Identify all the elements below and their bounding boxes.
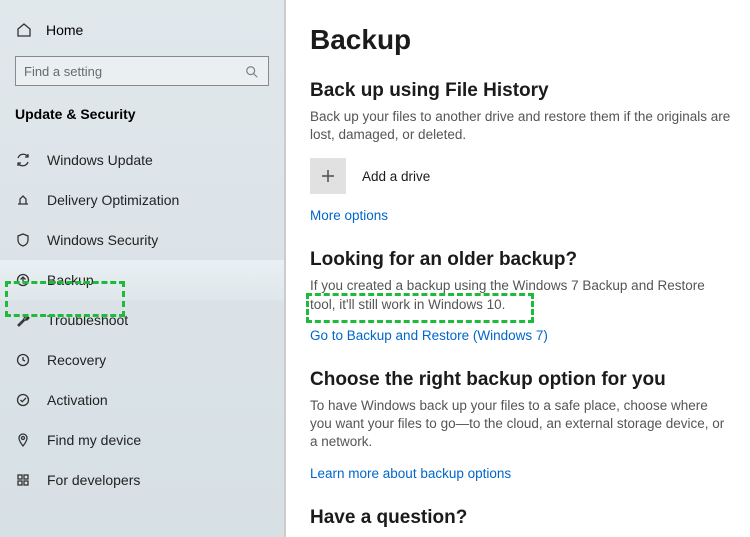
backup-icon: [15, 272, 31, 288]
section-description: Back up your files to another drive and …: [310, 108, 732, 144]
check-circle-icon: [15, 392, 31, 408]
sidebar-item-windows-update[interactable]: Windows Update: [0, 140, 284, 180]
section-description: If you created a backup using the Window…: [310, 277, 732, 313]
section-older-backup: Looking for an older backup? If you crea…: [310, 249, 732, 342]
sync-icon: [15, 152, 31, 168]
sidebar-item-label: Windows Security: [47, 232, 158, 248]
sidebar-item-windows-security[interactable]: Windows Security: [0, 220, 284, 260]
sidebar-item-for-developers[interactable]: For developers: [0, 460, 284, 500]
page-content: Backup Back up using File History Back u…: [286, 0, 750, 537]
add-drive-label: Add a drive: [362, 169, 430, 184]
home-nav[interactable]: Home: [0, 22, 284, 56]
section-heading: Have a question?: [310, 507, 732, 529]
sidebar-item-label: Troubleshoot: [47, 312, 128, 328]
search-container: [0, 56, 284, 106]
settings-search[interactable]: [15, 56, 269, 86]
sidebar-item-label: Windows Update: [47, 152, 153, 168]
settings-sidebar: Home Update & Security Windows Update: [0, 0, 286, 537]
shield-icon: [15, 232, 31, 248]
sidebar-item-label: Recovery: [47, 352, 106, 368]
sidebar-item-label: For developers: [47, 472, 140, 488]
sidebar-item-label: Delivery Optimization: [47, 192, 179, 208]
section-heading: Looking for an older backup?: [310, 249, 732, 271]
delivery-icon: [15, 192, 31, 208]
recovery-icon: [15, 352, 31, 368]
sidebar-item-label: Backup: [47, 272, 94, 288]
sidebar-item-label: Activation: [47, 392, 108, 408]
home-label: Home: [46, 22, 83, 38]
search-icon: [244, 64, 260, 80]
more-options-link[interactable]: More options: [310, 208, 732, 223]
sidebar-item-troubleshoot[interactable]: Troubleshoot: [0, 300, 284, 340]
section-heading: Back up using File History: [310, 80, 732, 102]
location-icon: [15, 432, 31, 448]
home-icon: [16, 22, 32, 38]
sidebar-item-activation[interactable]: Activation: [0, 380, 284, 420]
sidebar-nav: Windows Update Delivery Optimization Win…: [0, 140, 284, 500]
wrench-icon: [15, 312, 31, 328]
section-have-a-question: Have a question?: [310, 507, 732, 529]
section-choose-backup-option: Choose the right backup option for you T…: [310, 369, 732, 481]
sidebar-item-delivery-optimization[interactable]: Delivery Optimization: [0, 180, 284, 220]
developer-icon: [15, 472, 31, 488]
search-input[interactable]: [16, 57, 268, 85]
learn-more-link[interactable]: Learn more about backup options: [310, 466, 732, 481]
section-file-history: Back up using File History Back up your …: [310, 80, 732, 223]
sidebar-item-backup[interactable]: Backup: [0, 260, 284, 300]
plus-icon: [310, 158, 346, 194]
backup-restore-win7-link[interactable]: Go to Backup and Restore (Windows 7): [310, 328, 732, 343]
category-title: Update & Security: [0, 106, 284, 140]
sidebar-item-find-my-device[interactable]: Find my device: [0, 420, 284, 460]
sidebar-item-label: Find my device: [47, 432, 141, 448]
section-description: To have Windows back up your files to a …: [310, 397, 732, 452]
sidebar-item-recovery[interactable]: Recovery: [0, 340, 284, 380]
add-drive-button[interactable]: Add a drive: [310, 158, 430, 194]
page-title: Backup: [310, 24, 732, 56]
section-heading: Choose the right backup option for you: [310, 369, 732, 391]
